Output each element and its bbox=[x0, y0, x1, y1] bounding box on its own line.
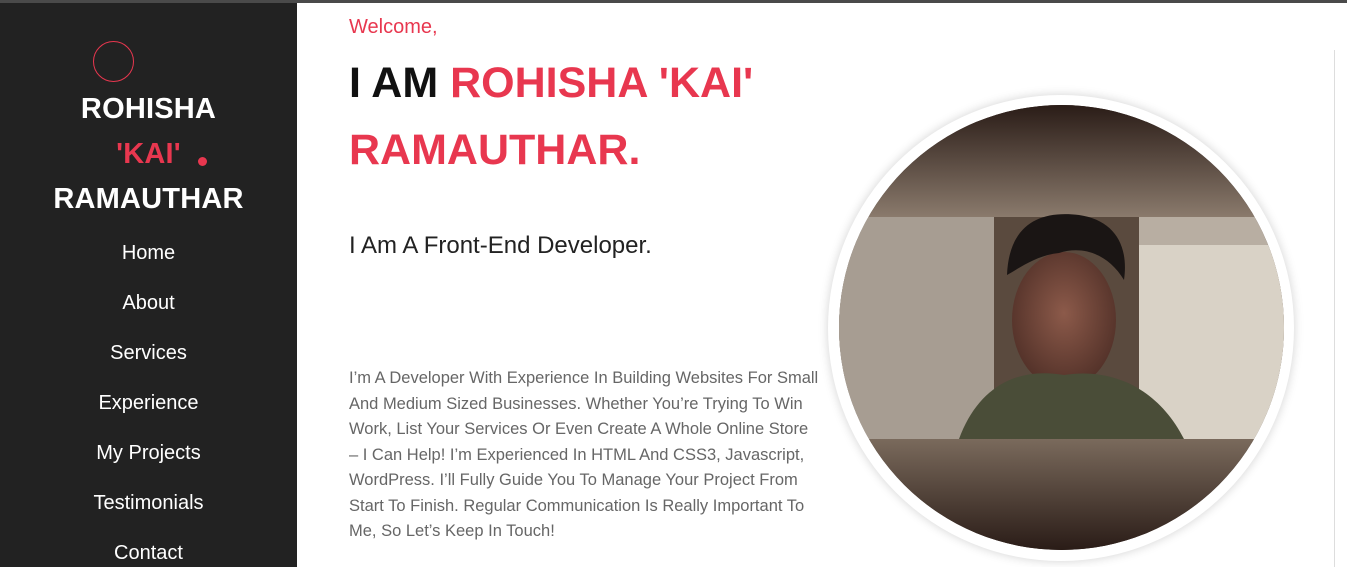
welcome-text: Welcome, bbox=[349, 16, 438, 38]
headline-name-first: ROHISHA 'KAI' bbox=[450, 59, 754, 107]
site-brand[interactable]: ROHISHA 'KAI' RAMAUTHAR bbox=[0, 87, 297, 222]
nav-item-testimonials[interactable]: Testimonials bbox=[0, 485, 297, 535]
hero-bio: I’m A Developer With Experience In Build… bbox=[349, 369, 819, 540]
nav-item-my-projects[interactable]: My Projects bbox=[0, 435, 297, 485]
right-edge-divider bbox=[1334, 50, 1335, 567]
right-edge-panel bbox=[1334, 3, 1347, 567]
sidebar: ROHISHA 'KAI' RAMAUTHAR Home About Servi… bbox=[0, 3, 297, 567]
profile-photo bbox=[839, 105, 1284, 550]
nav-item-contact[interactable]: Contact bbox=[0, 535, 297, 567]
headline-name-last: RAMAUTHAR. bbox=[349, 126, 641, 174]
nav-item-about[interactable]: About bbox=[0, 285, 297, 335]
profile-photo-image bbox=[839, 105, 1284, 550]
logo-circle-icon[interactable] bbox=[93, 41, 134, 82]
nav-item-services[interactable]: Services bbox=[0, 335, 297, 385]
brand-first-name: ROHISHA bbox=[80, 93, 217, 125]
hero-headline: I AM ROHISHA 'KAI' RAMAUTHAR. bbox=[349, 50, 819, 184]
nav-item-home[interactable]: Home bbox=[0, 235, 297, 285]
brand-last-name: RAMAUTHAR bbox=[53, 183, 244, 215]
brand-dot-icon bbox=[198, 157, 207, 166]
nav-item-experience[interactable]: Experience bbox=[0, 385, 297, 435]
hero-tagline: I Am A Front-End Developer. bbox=[349, 232, 652, 259]
headline-prefix: I AM bbox=[349, 59, 451, 107]
brand-nickname: 'KAI' bbox=[116, 138, 181, 170]
main-nav: Home About Services Experience My Projec… bbox=[0, 235, 297, 567]
